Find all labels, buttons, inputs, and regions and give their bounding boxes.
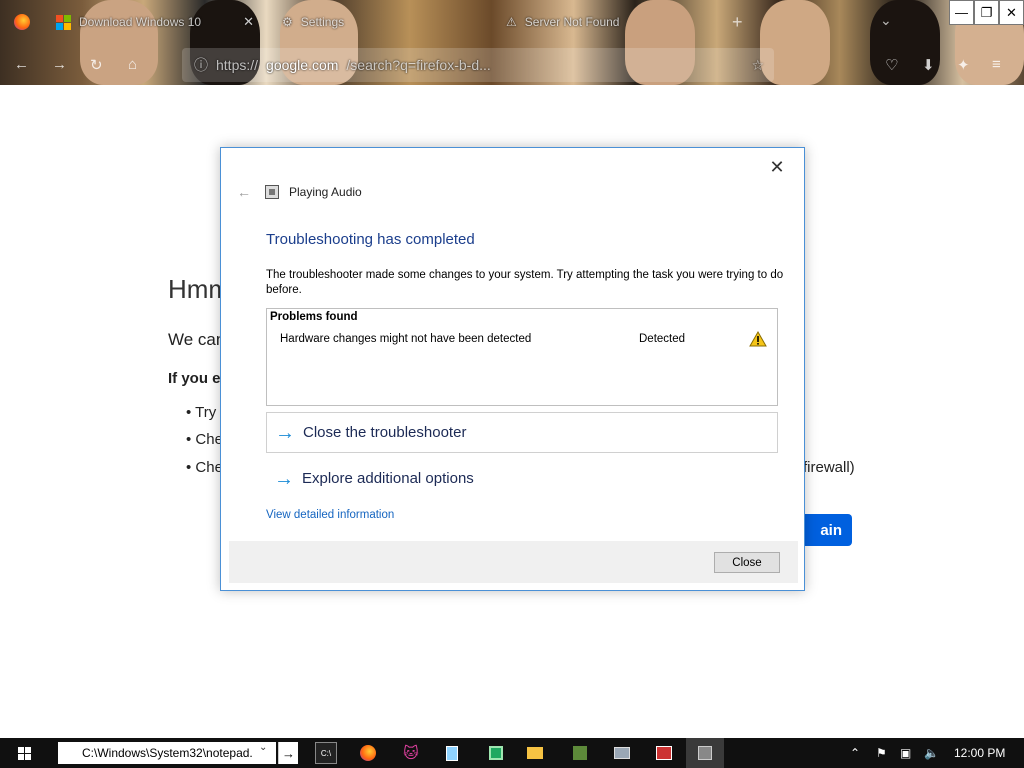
dialog-header-title: Playing Audio	[289, 185, 362, 199]
back-arrow-icon[interactable]: ←	[237, 184, 255, 200]
arrow-right-icon: →	[275, 421, 295, 444]
tab-server-not-found[interactable]: ⚠ Server Not Found	[496, 6, 726, 38]
firefox-view-tab[interactable]	[4, 6, 44, 38]
volume-muted-icon[interactable]: 🔈	[924, 746, 939, 760]
notepad-app-icon[interactable]	[441, 742, 463, 764]
restore-button[interactable]: ❐	[974, 0, 999, 25]
firefox-icon	[14, 14, 30, 30]
error-page-text-tail: firewall)	[803, 459, 855, 476]
file-explorer-icon[interactable]	[524, 742, 546, 764]
problems-title: Problems found	[270, 311, 358, 323]
troubleshooter-dialog: ✕ ← Playing Audio Troubleshooting has co…	[220, 147, 805, 591]
gear-icon: ⚙	[282, 15, 293, 29]
run-address-input[interactable]: C:\Windows\System32\notepad.	[58, 742, 276, 764]
menu-icon[interactable]: ≡	[992, 56, 1001, 73]
bookmark-star-icon[interactable]: ☆	[751, 57, 764, 74]
tab-title: Settings	[300, 15, 345, 29]
photos-app-icon[interactable]	[653, 742, 675, 764]
error-page-text: We can	[168, 330, 226, 349]
close-button[interactable]: Close	[714, 552, 780, 573]
tab-strip: Download Windows 10 ✕ ⚙ Settings ⚠ Serve…	[0, 0, 1024, 44]
problems-found-box: Problems found Hardware changes might no…	[266, 308, 778, 406]
home-icon[interactable]: ⌂	[128, 56, 137, 73]
address-bar[interactable]: ⓘ https:// google.com /search?q=firefox-…	[182, 48, 774, 82]
error-page-bullet: • Che	[186, 431, 223, 448]
problem-status: Detected	[639, 333, 686, 345]
view-detailed-info-link[interactable]: View detailed information	[266, 509, 394, 521]
dialog-heading: Troubleshooting has completed	[266, 231, 475, 248]
url-domain: google.com	[266, 57, 339, 73]
cat-app-icon[interactable]: 🐱	[400, 742, 422, 764]
new-tab-button[interactable]: +	[732, 12, 743, 33]
warning-icon	[749, 331, 767, 347]
app-icon[interactable]	[485, 742, 507, 764]
downloads-icon[interactable]: ⬇	[922, 56, 935, 74]
dialog-footer: Close	[229, 541, 798, 583]
clock[interactable]: 12:00 PM	[954, 746, 1005, 760]
run-go-button[interactable]: →	[278, 742, 298, 764]
show-hidden-icons-icon[interactable]: ⌃	[850, 746, 860, 760]
flag-icon[interactable]: ⚑	[876, 746, 887, 760]
error-page-bold-text: If you e	[168, 370, 221, 387]
error-page-bullet: • Che	[186, 459, 223, 476]
windows-logo-icon	[17, 746, 31, 760]
window-controls: — ❐ ✕	[949, 0, 1024, 25]
forward-icon[interactable]: →	[52, 56, 67, 73]
tab-title: Server Not Found	[524, 15, 620, 29]
network-icon[interactable]: ▣	[900, 746, 911, 760]
link-label: Close the troubleshooter	[303, 424, 467, 441]
remote-desktop-icon[interactable]	[611, 742, 633, 764]
url-path: /search?q=firefox-b-d...	[346, 57, 491, 73]
tab-title: Download Windows 10	[79, 15, 202, 29]
explore-options-link[interactable]: → Explore additional options	[266, 458, 778, 499]
pocket-icon[interactable]: ♡	[885, 56, 898, 74]
back-icon[interactable]: ←	[14, 56, 29, 73]
windows-logo-icon	[56, 14, 71, 30]
tab-settings[interactable]: ⚙ Settings	[272, 6, 482, 38]
minecraft-icon[interactable]	[569, 742, 591, 764]
dialog-description: The troubleshooter made some changes to …	[266, 269, 784, 296]
close-troubleshooter-link[interactable]: → Close the troubleshooter	[266, 412, 778, 453]
extensions-icon[interactable]: ✦	[957, 56, 970, 74]
close-window-button[interactable]: ✕	[999, 0, 1024, 25]
problem-description: Hardware changes might not have been det…	[280, 333, 532, 345]
chevron-down-icon[interactable]: ⌄	[259, 742, 267, 753]
url-prefix: https://	[216, 57, 259, 73]
start-button[interactable]	[0, 738, 48, 768]
tab-download-windows[interactable]: Download Windows 10 ✕	[46, 6, 264, 38]
firefox-app-icon[interactable]	[357, 742, 379, 764]
list-all-tabs-button[interactable]: ⌄	[880, 12, 892, 29]
arrow-right-icon: →	[274, 467, 294, 490]
dialog-header: ← Playing Audio	[237, 184, 362, 200]
minimize-button[interactable]: —	[949, 0, 974, 25]
close-tab-icon[interactable]: ✕	[243, 14, 254, 30]
cmd-app-icon[interactable]: C:\	[315, 742, 337, 764]
warning-icon: ⚠	[506, 15, 517, 29]
troubleshooter-taskbar-icon[interactable]	[686, 738, 724, 768]
dialog-close-icon[interactable]: ✕	[764, 156, 790, 178]
reload-icon[interactable]: ↻	[90, 56, 103, 74]
link-label: Explore additional options	[302, 470, 474, 487]
error-page-bullet: • Try	[186, 404, 217, 421]
troubleshooter-icon	[265, 185, 279, 199]
taskbar: C:\Windows\System32\notepad. ⌄ → C:\ 🐱 ⌃…	[0, 738, 1024, 768]
browser-chrome: Download Windows 10 ✕ ⚙ Settings ⚠ Serve…	[0, 0, 1024, 85]
info-icon[interactable]: ⓘ	[194, 55, 208, 75]
